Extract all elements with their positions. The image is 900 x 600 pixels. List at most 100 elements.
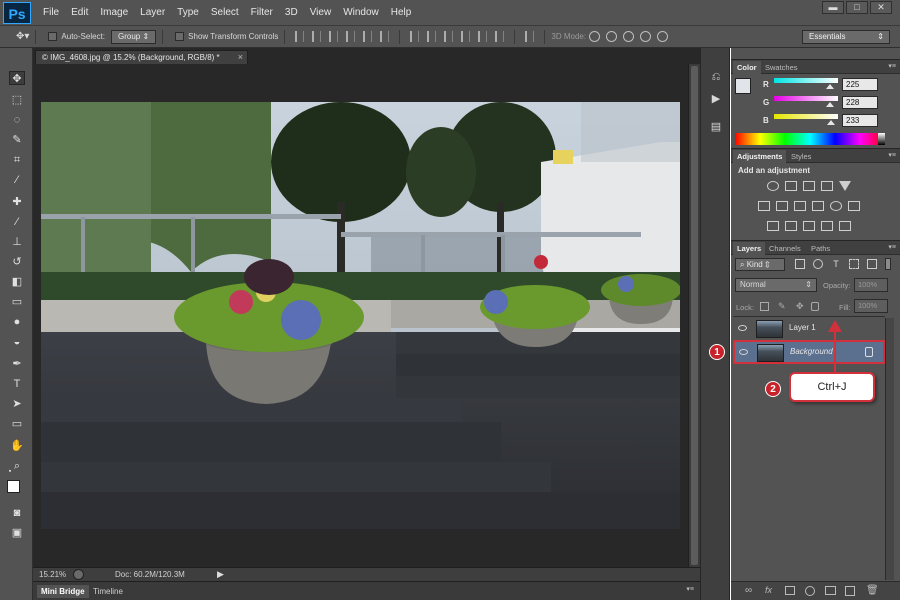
menu-file[interactable]: File [43,7,59,18]
maximize-button[interactable]: □ [846,1,868,14]
align-hcenter-icon[interactable] [363,31,373,42]
filter-pixel-icon[interactable] [795,259,805,269]
menu-select[interactable]: Select [211,7,239,18]
align-right-icon[interactable] [380,31,390,42]
selective-color-icon[interactable] [821,221,833,231]
blue-slider-track[interactable] [774,114,838,119]
visibility-eye-icon[interactable] [738,325,747,331]
green-slider-thumb[interactable] [826,102,834,107]
blend-mode-dropdown[interactable]: Normal ⇕ [735,278,817,292]
actions-panel-icon[interactable]: ▶ [709,92,723,106]
distribute-bottom-icon[interactable] [444,31,454,42]
align-bottom-icon[interactable] [329,31,339,42]
gradient-tool-icon[interactable]: ▭ [9,295,25,309]
healing-brush-tool-icon[interactable]: ✚ [9,195,25,209]
3d-roll-icon[interactable] [606,31,618,42]
align-top-icon[interactable] [295,31,305,42]
document-tab[interactable]: © IMG_4608.jpg @ 15.2% (Background, RGB/… [35,50,248,64]
layer-row-background-selected[interactable]: Background [733,340,885,364]
add-mask-icon[interactable] [785,586,795,595]
menu-view[interactable]: View [310,7,332,18]
filter-smart-object-icon[interactable] [867,259,877,269]
minimize-button[interactable]: ▬ [822,1,844,14]
info-icon[interactable] [73,569,84,580]
color-panel-foreground-swatch[interactable] [735,78,751,94]
marquee-tool-icon[interactable]: ⬚ [9,93,25,107]
filter-adjustment-icon[interactable] [813,259,823,269]
move-tool-icon[interactable]: ✥ [9,71,25,85]
pen-tool-icon[interactable]: ✒ [9,357,25,371]
link-layers-icon[interactable]: ∞ [745,585,752,596]
quick-mask-icon[interactable]: ◙ [9,506,25,520]
3d-scale-icon[interactable] [657,31,669,42]
red-slider-thumb[interactable] [826,84,834,89]
red-value-input[interactable]: 225 [842,78,878,91]
clone-stamp-tool-icon[interactable]: ⊥ [9,235,25,249]
menu-3d[interactable]: 3D [285,7,298,18]
show-transform-checkbox[interactable] [175,32,185,41]
layer-style-icon[interactable]: fx [765,585,772,595]
distribute-hcenter-icon[interactable] [478,31,488,42]
filter-toggle-icon[interactable] [885,258,891,270]
rectangle-tool-icon[interactable]: ▭ [9,417,25,431]
scrollbar-thumb[interactable] [691,66,698,565]
channel-mixer-icon[interactable] [830,201,842,211]
vibrance-icon[interactable] [839,181,851,191]
default-colors-icon[interactable]: ▪ [6,468,14,476]
blur-tool-icon[interactable]: ● [9,315,25,329]
tab-timeline[interactable]: Timeline [89,585,127,598]
gradient-map-icon[interactable] [839,221,851,231]
screen-mode-icon[interactable]: ▣ [9,526,25,540]
red-slider-track[interactable] [774,78,838,83]
panel-menu-icon[interactable]: ▾≡ [888,243,896,251]
green-value-input[interactable]: 228 [842,96,878,109]
auto-align-icon[interactable] [525,31,535,42]
foreground-color-swatch[interactable] [7,480,20,493]
layers-scrollbar[interactable] [885,318,894,580]
menu-window[interactable]: Window [343,7,379,18]
zoom-level[interactable]: 15.21% [39,570,66,579]
distribute-left-icon[interactable] [461,31,471,42]
curves-icon[interactable] [803,181,815,191]
eyedropper-tool-icon[interactable]: ⁄ [9,173,25,187]
color-spectrum-bar[interactable] [735,133,885,145]
tab-styles[interactable]: Styles [787,150,815,163]
tab-paths[interactable]: Paths [807,242,834,255]
threshold-icon[interactable] [803,221,815,231]
layer-name[interactable]: Layer 1 [789,323,816,332]
type-tool-icon[interactable]: T [9,377,25,391]
hand-tool-icon[interactable]: ✋ [9,439,25,453]
properties-panel-icon[interactable]: ▤ [709,120,723,134]
filter-shape-icon[interactable] [849,259,859,269]
eraser-tool-icon[interactable]: ◧ [9,275,25,289]
visibility-eye-icon[interactable] [739,349,748,355]
tab-mini-bridge[interactable]: Mini Bridge [37,585,89,598]
menu-filter[interactable]: Filter [251,7,273,18]
status-menu-arrow-icon[interactable]: ▶ [217,569,224,580]
distribute-right-icon[interactable] [495,31,505,42]
blue-slider-thumb[interactable] [827,120,835,125]
brush-tool-icon[interactable]: ⁄ [9,215,25,229]
panel-menu-icon[interactable]: ▾≡ [888,62,896,70]
crop-tool-icon[interactable]: ⌗ [9,153,25,167]
workspace-dropdown[interactable]: Essentials ⇕ [802,30,890,44]
exposure-icon[interactable] [821,181,833,191]
panel-menu-icon[interactable]: ▾≡ [686,585,694,593]
color-lookup-icon[interactable] [848,201,860,211]
green-slider-track[interactable] [774,96,838,101]
levels-icon[interactable] [785,181,797,191]
3d-rotate-icon[interactable] [589,31,601,42]
history-panel-icon[interactable]: ⎌ [709,70,723,84]
move-tool-preset-icon[interactable]: ✥▾ [16,31,29,42]
3d-drag-icon[interactable] [623,31,635,42]
lock-all-icon[interactable] [811,302,819,311]
lock-position-icon[interactable]: ✥ [796,302,805,311]
history-brush-tool-icon[interactable]: ↺ [9,255,25,269]
lock-transparency-icon[interactable] [760,302,769,311]
tab-swatches[interactable]: Swatches [761,61,802,74]
opacity-input[interactable]: 100% [854,278,888,292]
quick-select-tool-icon[interactable]: ✎ [9,133,25,147]
new-group-icon[interactable] [825,586,836,595]
filter-type-icon[interactable]: T [831,259,841,269]
color-balance-icon[interactable] [776,201,788,211]
